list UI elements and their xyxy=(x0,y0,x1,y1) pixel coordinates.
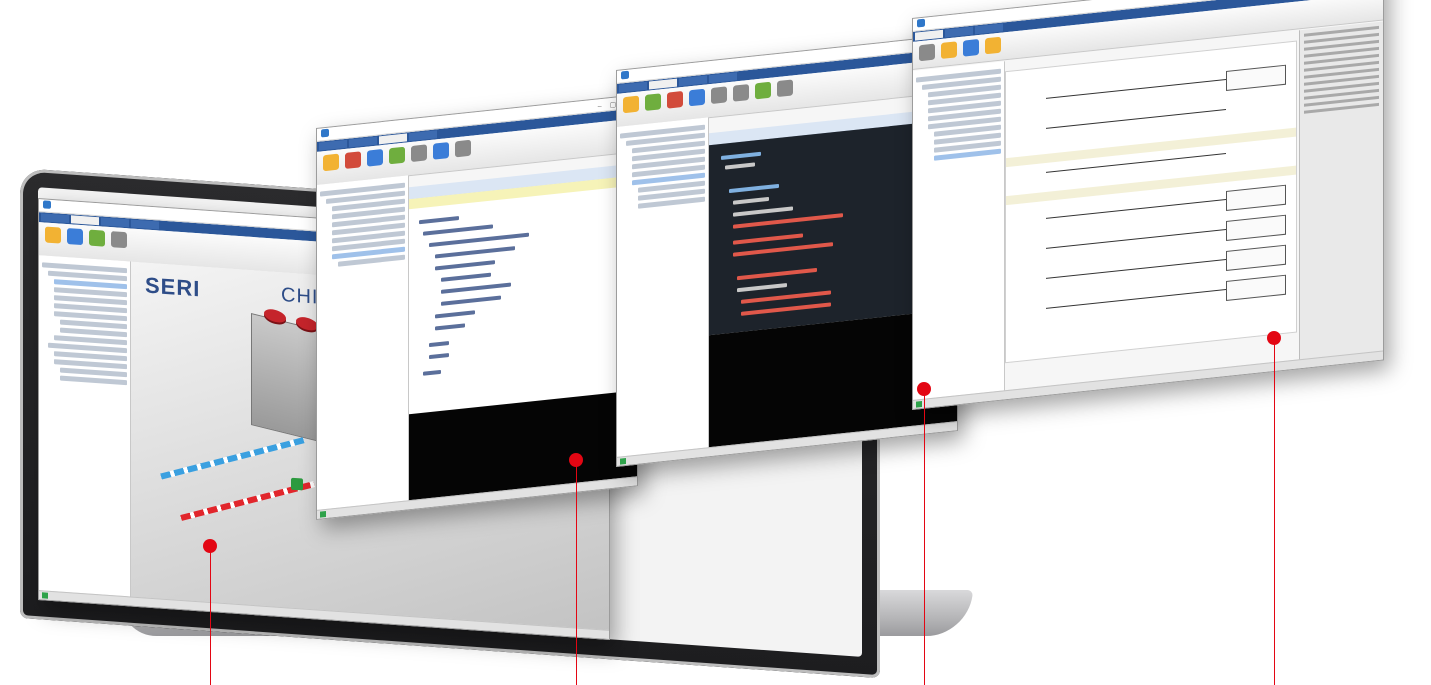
code-line xyxy=(429,341,449,348)
app-window-form-editor: ‒ ▢ ✕ xyxy=(912,0,1384,410)
project-tree xyxy=(317,175,409,511)
form-line xyxy=(1046,258,1226,279)
status-indicator-icon xyxy=(42,592,48,599)
form-line xyxy=(1046,228,1226,249)
status-indicator-icon xyxy=(320,510,326,518)
form-field-box[interactable] xyxy=(1226,184,1286,211)
app-logo-icon xyxy=(43,200,51,210)
code-line xyxy=(435,323,465,331)
code-line xyxy=(737,267,817,281)
ribbon-button[interactable] xyxy=(455,139,471,158)
callout-line xyxy=(924,389,925,685)
form-canvas[interactable] xyxy=(1005,40,1297,364)
tree-item[interactable] xyxy=(60,375,127,386)
callout-line xyxy=(210,546,211,685)
code-line xyxy=(441,282,511,294)
code-line xyxy=(733,206,793,217)
properties-panel[interactable] xyxy=(1299,21,1383,361)
code-line xyxy=(435,246,515,259)
ribbon-button[interactable] xyxy=(111,231,127,249)
code-line xyxy=(733,196,769,205)
app-logo-icon xyxy=(321,128,329,138)
code-line xyxy=(441,295,501,306)
code-line xyxy=(741,290,831,304)
code-line xyxy=(419,215,459,225)
callout-dot xyxy=(569,453,583,467)
code-line xyxy=(429,353,449,360)
ribbon-button[interactable] xyxy=(645,93,661,111)
code-line xyxy=(737,283,787,293)
ribbon-button[interactable] xyxy=(941,41,957,59)
project-tree xyxy=(913,61,1005,401)
ribbon-button[interactable] xyxy=(777,79,793,98)
form-field-box[interactable] xyxy=(1226,214,1286,241)
status-indicator-icon xyxy=(620,457,626,465)
code-line xyxy=(733,213,843,229)
code-editor[interactable] xyxy=(409,175,637,415)
valve-icon[interactable] xyxy=(291,477,303,491)
ribbon-button[interactable] xyxy=(963,38,979,57)
ribbon-button[interactable] xyxy=(323,153,339,172)
form-field-box[interactable] xyxy=(1226,274,1286,301)
ribbon-button[interactable] xyxy=(667,90,683,109)
status-indicator-icon xyxy=(916,400,922,408)
app-logo-icon xyxy=(917,18,925,28)
code-line xyxy=(429,232,529,248)
fan-icon xyxy=(264,307,286,325)
code-line xyxy=(733,242,833,257)
composite-illustration: ‒ ▢ ✕ xyxy=(0,0,1431,685)
ribbon-button[interactable] xyxy=(367,148,383,167)
fan-icon xyxy=(296,315,318,333)
ribbon-button[interactable] xyxy=(67,228,83,246)
project-tree xyxy=(39,255,131,598)
code-line xyxy=(423,369,441,376)
form-line xyxy=(1046,198,1226,219)
ribbon-button[interactable] xyxy=(919,43,935,62)
code-line xyxy=(725,162,755,170)
code-line xyxy=(441,272,491,282)
callout-dot xyxy=(203,539,217,553)
form-line xyxy=(1046,78,1226,99)
ribbon-button[interactable] xyxy=(755,81,771,100)
ribbon-button[interactable] xyxy=(433,142,449,160)
ribbon-button[interactable] xyxy=(711,86,727,105)
callout-line xyxy=(576,460,577,685)
ribbon-button[interactable] xyxy=(89,229,105,247)
code-line xyxy=(741,302,831,316)
form-field-box[interactable] xyxy=(1226,64,1286,91)
callout-dot xyxy=(917,382,931,396)
scene-logo-text: SERI xyxy=(145,272,201,302)
code-line xyxy=(435,310,475,319)
app-logo-icon xyxy=(621,70,629,80)
callout-line xyxy=(1274,338,1275,685)
form-line xyxy=(1046,108,1226,129)
code-line xyxy=(721,151,761,160)
form-field-box[interactable] xyxy=(1226,244,1286,271)
code-line xyxy=(729,183,779,194)
app-window-editor-light: ‒ ▢ ✕ xyxy=(316,94,638,520)
ribbon-button[interactable] xyxy=(45,226,61,244)
code-line xyxy=(435,260,495,271)
ribbon-button[interactable] xyxy=(345,151,361,169)
form-line xyxy=(1046,288,1226,309)
code-line xyxy=(423,224,493,236)
ribbon-button[interactable] xyxy=(623,95,639,114)
ribbon-button[interactable] xyxy=(689,88,705,107)
code-line xyxy=(733,233,803,245)
ribbon-button[interactable] xyxy=(733,84,749,102)
callout-dot xyxy=(1267,331,1281,345)
ribbon-button[interactable] xyxy=(411,144,427,163)
ribbon-button[interactable] xyxy=(985,36,1001,55)
ribbon-button[interactable] xyxy=(389,146,405,165)
supply-pipe[interactable] xyxy=(160,437,305,480)
project-tree xyxy=(617,117,709,458)
app-window-editor-dark: ‒ ▢ ✕ xyxy=(616,34,958,467)
